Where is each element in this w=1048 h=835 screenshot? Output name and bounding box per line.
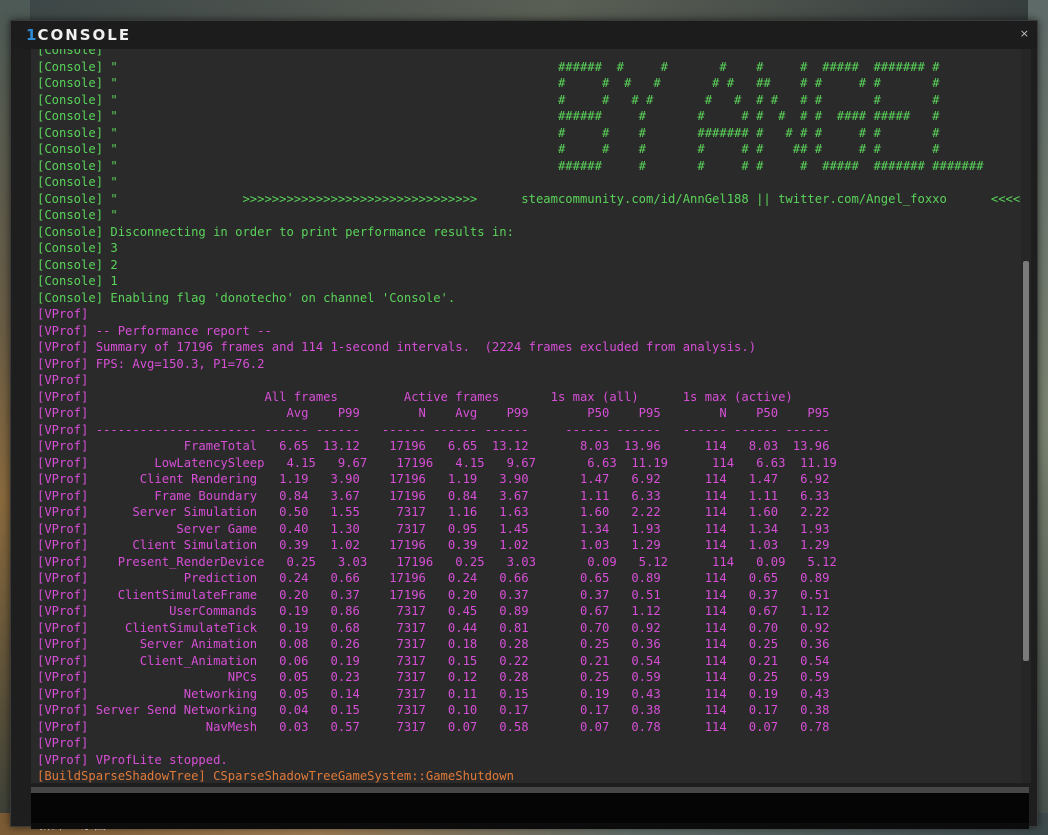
log-line: [Console] 2	[37, 257, 118, 272]
log-line: [VProf] Present_RenderDevice 0.25 3.03 1…	[37, 554, 837, 569]
log-line: [Console] 3	[37, 241, 118, 255]
log-line: [VProf] Client Simulation 0.39 1.02 1719…	[37, 538, 830, 552]
log-line: [VProf] ---------------------- ------ --…	[37, 422, 830, 437]
console-log-lines: [Console] " [Console] " ###### # # # # # …	[37, 49, 1029, 783]
log-line: [VProf] Server Game 0.40 1.30 7317 0.95 …	[37, 521, 830, 536]
log-line: [VProf] Server Send Networking 0.04 0.15…	[37, 703, 830, 717]
log-line: [VProf] FrameTotal 6.65 13.12 17196 6.65…	[37, 439, 830, 453]
log-line: [VProf] Frame Boundary 0.84 3.67 17196 0…	[37, 488, 830, 503]
log-line: [VProf] Server Animation 0.08 0.26 7317 …	[37, 637, 830, 651]
log-line: [Console] "	[37, 175, 118, 189]
log-line: [Console] Disconnecting in order to prin…	[37, 224, 514, 239]
log-line: [VProf] Avg P99 N Avg P99 P50 P95 N P50 …	[37, 406, 830, 420]
log-line: [VProf] FPS: Avg=150.3, P1=76.2	[37, 356, 265, 371]
log-line: [Console] " ###### # # # # # # # #### ##…	[37, 109, 940, 123]
log-line: [VProf] Client Rendering 1.19 3.90 17196…	[37, 472, 830, 486]
log-line: [VProf] Networking 0.05 0.14 7317 0.11 0…	[37, 686, 830, 701]
scrollbar-thumb[interactable]	[1023, 261, 1029, 661]
log-line: [VProf] ClientSimulateFrame 0.20 0.37 17…	[37, 587, 830, 602]
log-line: [Console] Enabling flag 'donotecho' on c…	[37, 290, 456, 305]
log-line: [Console] " ###### # # # # # ##### #####…	[37, 158, 984, 173]
log-line: [VProf] NPCs 0.05 0.23 7317 0.12 0.28 0.…	[37, 670, 830, 684]
log-line: [Console] " # # # ####### # # # # # # #	[37, 125, 940, 140]
console-log[interactable]: [Console] " [Console] " ###### # # # # # …	[31, 49, 1029, 783]
log-line: [VProf] -- Performance report --	[37, 323, 272, 338]
console-title-number: 1	[26, 26, 38, 44]
log-line: [VProf] UserCommands 0.19 0.86 7317 0.45…	[37, 604, 830, 618]
log-line: [VProf] Server Simulation 0.50 1.55 7317…	[37, 505, 830, 519]
log-line: [Console] "	[37, 49, 118, 57]
log-line: [VProf] Prediction 0.24 0.66 17196 0.24 …	[37, 571, 830, 585]
log-line: [Console] " >>>>>>>>>>>>>>>>>>>>>>>>>>>>…	[37, 191, 1029, 206]
console-window: 1 CONSOLE × [Console] " [Console] " #####…	[10, 20, 1038, 829]
log-line: [VProf] LowLatencySleep 4.15 9.67 17196 …	[37, 455, 837, 470]
console-titlebar[interactable]: 1 CONSOLE ×	[11, 21, 1037, 49]
log-line: [Console] " # # # # # # ## # # # # #	[37, 76, 940, 90]
log-line: [VProf] Client_Animation 0.06 0.19 7317 …	[37, 653, 830, 668]
log-line: [Console] " ###### # # # # # ##### #####…	[37, 59, 940, 74]
log-line: [VProf] VProfLite stopped.	[37, 752, 228, 767]
log-line: [Console] " # # # # # # # # # # # #	[37, 92, 940, 107]
log-line: [VProf] All frames Active frames 1s max …	[37, 389, 793, 404]
console-command-input[interactable]	[31, 793, 1029, 823]
log-line: [VProf]	[37, 736, 89, 750]
log-line: [VProf] NavMesh 0.03 0.57 7317 0.07 0.58…	[37, 719, 830, 734]
log-line: [VProf]	[37, 307, 89, 321]
log-line: [VProf]	[37, 373, 89, 387]
log-line: [VProf] Summary of 17196 frames and 114 …	[37, 340, 757, 354]
close-icon[interactable]: ×	[1020, 27, 1029, 40]
log-line: [Console] "	[37, 208, 118, 222]
log-line: [Console] " # # # # # # ## # # # #	[37, 142, 940, 156]
log-line: [BuildSparseShadowTree] CSparseShadowTre…	[37, 769, 514, 783]
log-line: [VProf] ClientSimulateTick 0.19 0.68 731…	[37, 620, 830, 635]
log-line: [Console] 1	[37, 274, 118, 288]
console-title: CONSOLE	[37, 26, 132, 44]
console-input-row	[31, 787, 1029, 829]
